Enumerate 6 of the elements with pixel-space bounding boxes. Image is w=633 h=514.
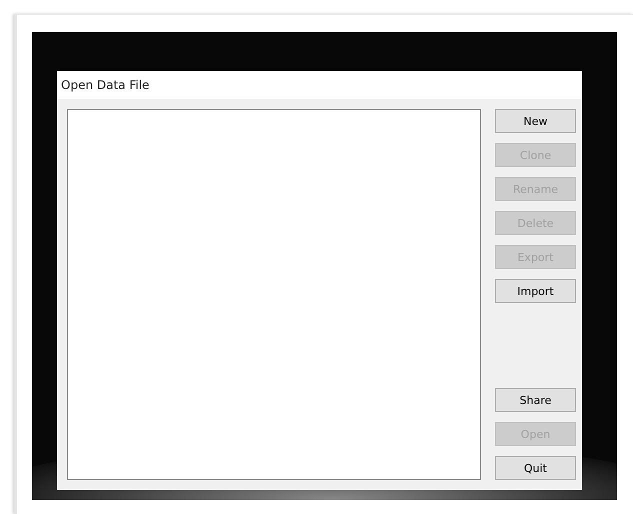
dialog-button[interactable]: Quit — [495, 456, 576, 480]
dialog-title: Open Data File — [61, 78, 150, 92]
dialog-button[interactable]: Import — [495, 279, 576, 303]
file-list[interactable] — [67, 109, 481, 480]
dialog-button[interactable]: New — [495, 109, 576, 133]
dialog-button[interactable]: Share — [495, 388, 576, 412]
